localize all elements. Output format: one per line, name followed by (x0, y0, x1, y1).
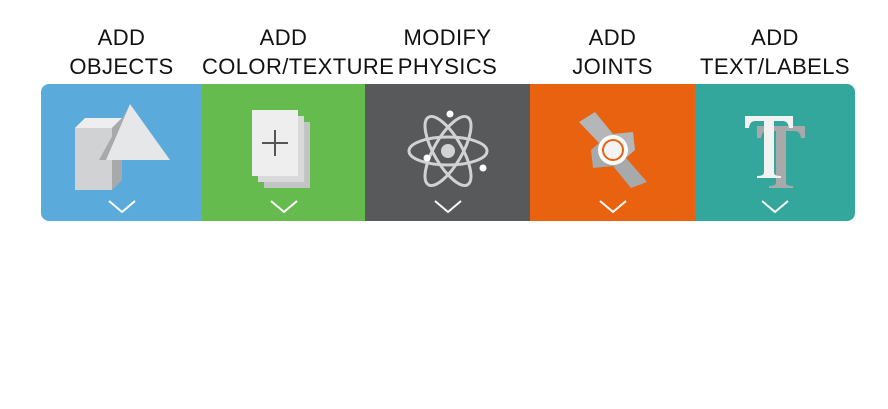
joint-icon (578, 112, 647, 188)
add-objects-button[interactable]: ADD OBJECTS (41, 0, 202, 221)
add-color-texture-label: ADD COLOR/TEXTURE (202, 24, 395, 81)
shapes-icon (74, 104, 170, 190)
add-color-texture-button[interactable]: ADD COLOR/TEXTURE (202, 0, 395, 221)
add-joints-tile[interactable] (530, 84, 695, 221)
layers-add-icon (251, 110, 310, 188)
add-color-texture-label-line1: ADD (259, 25, 308, 50)
add-joints-label-line2: JOINTS (572, 53, 653, 79)
chevron-down-icon (269, 200, 298, 214)
modify-physics-label-line2: PHYSICS (397, 53, 498, 79)
chevron-down-icon (107, 200, 136, 214)
add-text-labels-label-line1: ADD (751, 25, 799, 50)
modify-physics-label-line1: MODIFY (403, 25, 492, 50)
toolbar: ADD OBJECTS ADD COLOR/TEXTURE MODIFY PHY… (41, 0, 855, 221)
atom-icon (407, 110, 488, 187)
add-color-texture-label-line2: COLOR/TEXTURE (202, 53, 395, 79)
add-text-labels-label: ADD TEXT/LABELS (695, 24, 855, 81)
add-joints-label: ADD JOINTS (530, 24, 695, 81)
add-joints-button[interactable]: ADD JOINTS (530, 0, 695, 221)
add-color-texture-tile[interactable] (202, 84, 365, 221)
add-text-labels-button[interactable]: ADD TEXT/LABELS (695, 0, 855, 221)
add-objects-label-line2: OBJECTS (69, 53, 174, 79)
add-joints-label-line1: ADD (588, 25, 637, 50)
add-objects-label: ADD OBJECTS (41, 24, 202, 81)
chevron-down-icon (433, 200, 462, 214)
chevron-down-icon (598, 200, 627, 214)
modify-physics-button[interactable]: MODIFY PHYSICS (365, 0, 530, 221)
add-objects-label-line1: ADD (97, 25, 146, 50)
add-text-labels-label-line2: TEXT/LABELS (700, 53, 850, 79)
chevron-down-icon (761, 200, 789, 214)
modify-physics-tile[interactable] (365, 84, 530, 221)
add-objects-tile[interactable] (41, 84, 202, 221)
add-text-labels-tile[interactable] (695, 84, 855, 221)
text-icon (745, 116, 805, 188)
modify-physics-label: MODIFY PHYSICS (365, 24, 530, 81)
